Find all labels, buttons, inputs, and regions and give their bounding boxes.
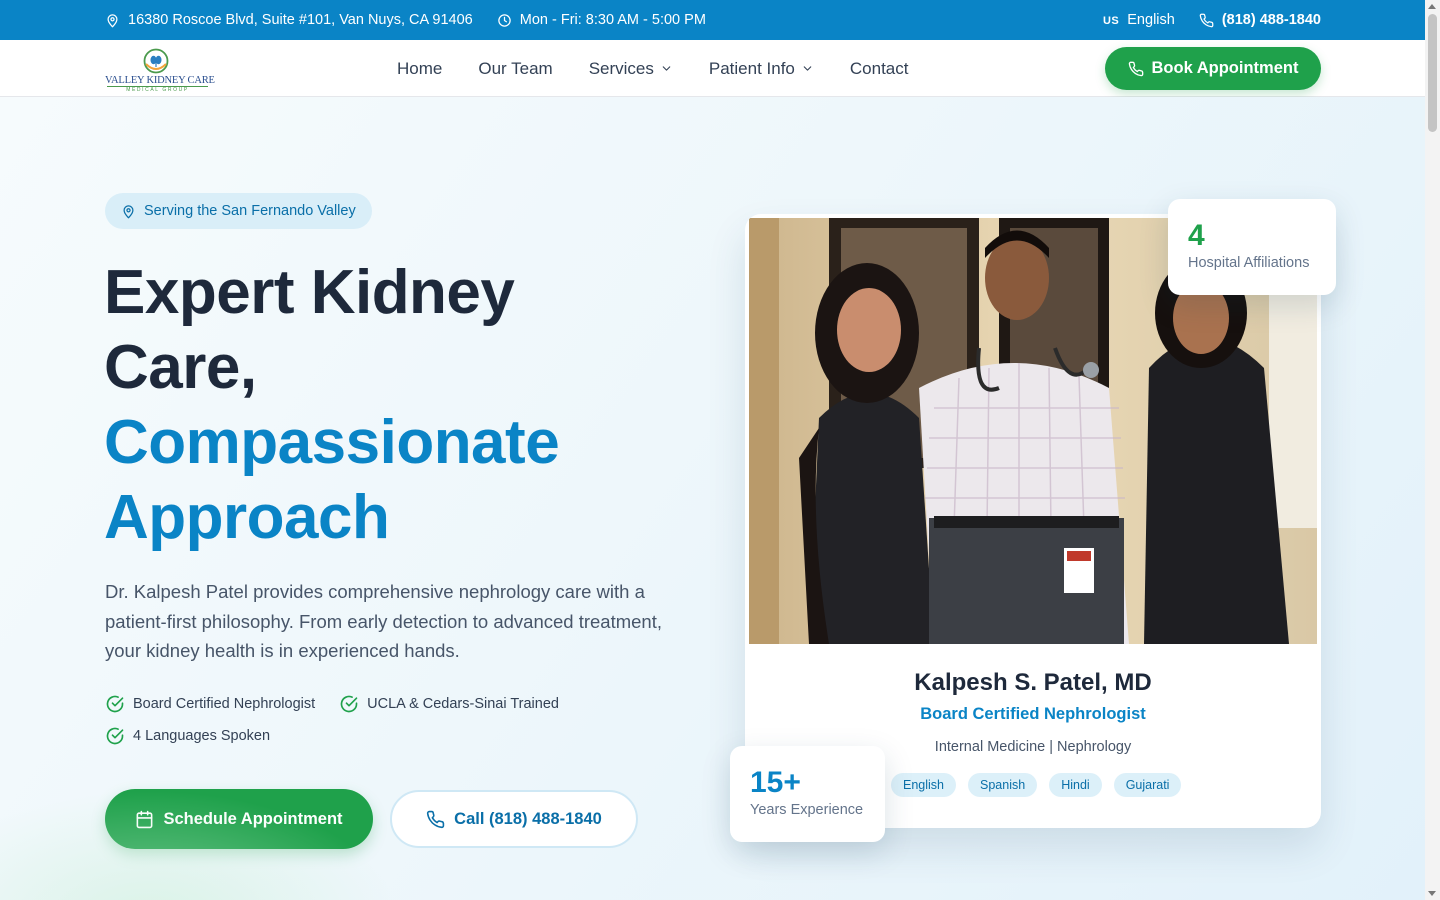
nav-contact-label: Contact [849,58,909,78]
scroll-up-arrow-icon[interactable] [1428,4,1436,9]
language-label: English [1127,12,1175,28]
nav-home[interactable]: Home [397,59,442,79]
nav-home-label: Home [397,58,443,78]
nav-services[interactable]: Services [589,59,673,79]
years-experience-value: 15+ [750,766,801,799]
nav-contact[interactable]: Contact [850,59,909,79]
book-appointment-label: Book Appointment [1151,59,1299,77]
phone-icon [427,810,445,828]
hero-description: Dr. Kalpesh Patel provides comprehensive… [105,581,662,661]
credential-label: Board Certified Nephrologist [133,696,316,712]
location-pill: Serving the San Fernando Valley [105,193,372,229]
check-circle-icon [106,727,124,745]
chevron-down-icon [803,66,812,71]
map-pin-icon [107,13,118,27]
page-scrollbar[interactable] [1425,0,1440,900]
schedule-appointment-button[interactable]: Schedule Appointment [105,789,373,849]
calendar-icon [137,810,153,828]
scroll-down-arrow-icon[interactable] [1428,891,1436,896]
top-info-left: 16380 Roscoe Blvd, Suite #101, Van Nuys,… [105,12,706,28]
hours-text: Mon - Fri: 8:30 AM - 5:00 PM [519,12,706,28]
clock-icon [498,13,511,27]
hours-item: Mon - Fri: 8:30 AM - 5:00 PM [497,12,706,28]
headline-line-2: Care, [104,333,257,402]
address-item: 16380 Roscoe Blvd, Suite #101, Van Nuys,… [105,12,473,28]
hospital-affiliations-label: Hospital Affiliations [1188,255,1310,271]
topbar-phone-link[interactable]: (818) 488-1840 [1199,12,1321,28]
map-pin-icon [123,204,134,218]
headline-line-1: Expert Kidney [104,258,515,327]
doctor-title: Board Certified Nephrologist [920,705,1146,723]
nav-services-label: Services [588,58,654,78]
credential-item: 4 Languages Spoken [105,726,665,746]
language-selector[interactable]: US English [1103,12,1175,28]
phone-icon [1199,13,1214,27]
book-appointment-button[interactable]: Book Appointment [1105,47,1321,90]
scrollbar-thumb[interactable] [1428,14,1437,132]
check-circle-icon [106,695,124,713]
nav-patient-info-label: Patient Info [708,58,795,78]
credential-item: Board Certified Nephrologist [105,694,315,714]
doctor-card: Kalpesh S. Patel, MD Board Certified Nep… [745,214,1321,828]
language-tag: Gujarati [1113,773,1182,797]
logo-subtitle: MEDICAL GROUP [126,87,189,93]
kidney-logo-icon [143,48,169,74]
hero-headline: Expert Kidney Care, Compassionate Approa… [104,255,704,555]
hero-section: Serving the San Fernando Valley Expert K… [0,97,1425,900]
chevron-down-icon [662,66,671,71]
credential-item: UCLA & Cedars-Sinai Trained [339,694,559,714]
nav-patient-info[interactable]: Patient Info [709,59,814,79]
years-experience-label: Years Experience [750,802,864,818]
nav-our-team-label: Our Team [478,58,553,78]
topbar-phone-text: (818) 488-1840 [1221,12,1321,28]
schedule-appointment-label: Schedule Appointment [163,809,343,828]
phone-icon [1128,61,1143,76]
language-tags: English Spanish Hindi Gujarati [891,773,1182,797]
main-navigation: VALLEY KIDNEY CARE MEDICAL GROUP Home Ou… [0,40,1425,97]
language-tag: Spanish [968,773,1038,797]
top-info-bar: 16380 Roscoe Blvd, Suite #101, Van Nuys,… [0,0,1425,40]
site-logo[interactable]: VALLEY KIDNEY CARE MEDICAL GROUP [105,48,215,93]
us-flag-icon: US [1102,15,1120,27]
headline-accent-1: Compassionate [104,408,560,477]
location-pill-text: Serving the San Fernando Valley [144,203,356,219]
years-experience-stat: 15+ Years Experience [730,746,885,842]
hospital-affiliations-stat: 4 Hospital Affiliations [1168,199,1336,295]
doctor-name: Kalpesh S. Patel, MD [914,669,1152,696]
credential-list: Board Certified Nephrologist UCLA & Ceda… [105,694,665,746]
address-text: 16380 Roscoe Blvd, Suite #101, Van Nuys,… [128,12,473,28]
top-info-right: US English (818) 488-1840 [1103,12,1321,28]
headline-accent-2: Approach [104,483,390,552]
credential-label: 4 Languages Spoken [133,728,271,744]
logo-name: VALLEY KIDNEY CARE [105,75,215,86]
credential-label: UCLA & Cedars-Sinai Trained [367,696,559,712]
nav-our-team[interactable]: Our Team [478,59,552,79]
call-button[interactable]: Call (818) 488-1840 [390,790,638,848]
hospital-affiliations-value: 4 [1188,219,1205,252]
nav-menu: Home Our Team Services Patient Info Cont… [397,40,908,97]
language-tag: Hindi [1049,773,1102,797]
check-circle-icon [340,695,358,713]
call-button-label: Call (818) 488-1840 [454,809,602,828]
language-tag: English [891,773,956,797]
